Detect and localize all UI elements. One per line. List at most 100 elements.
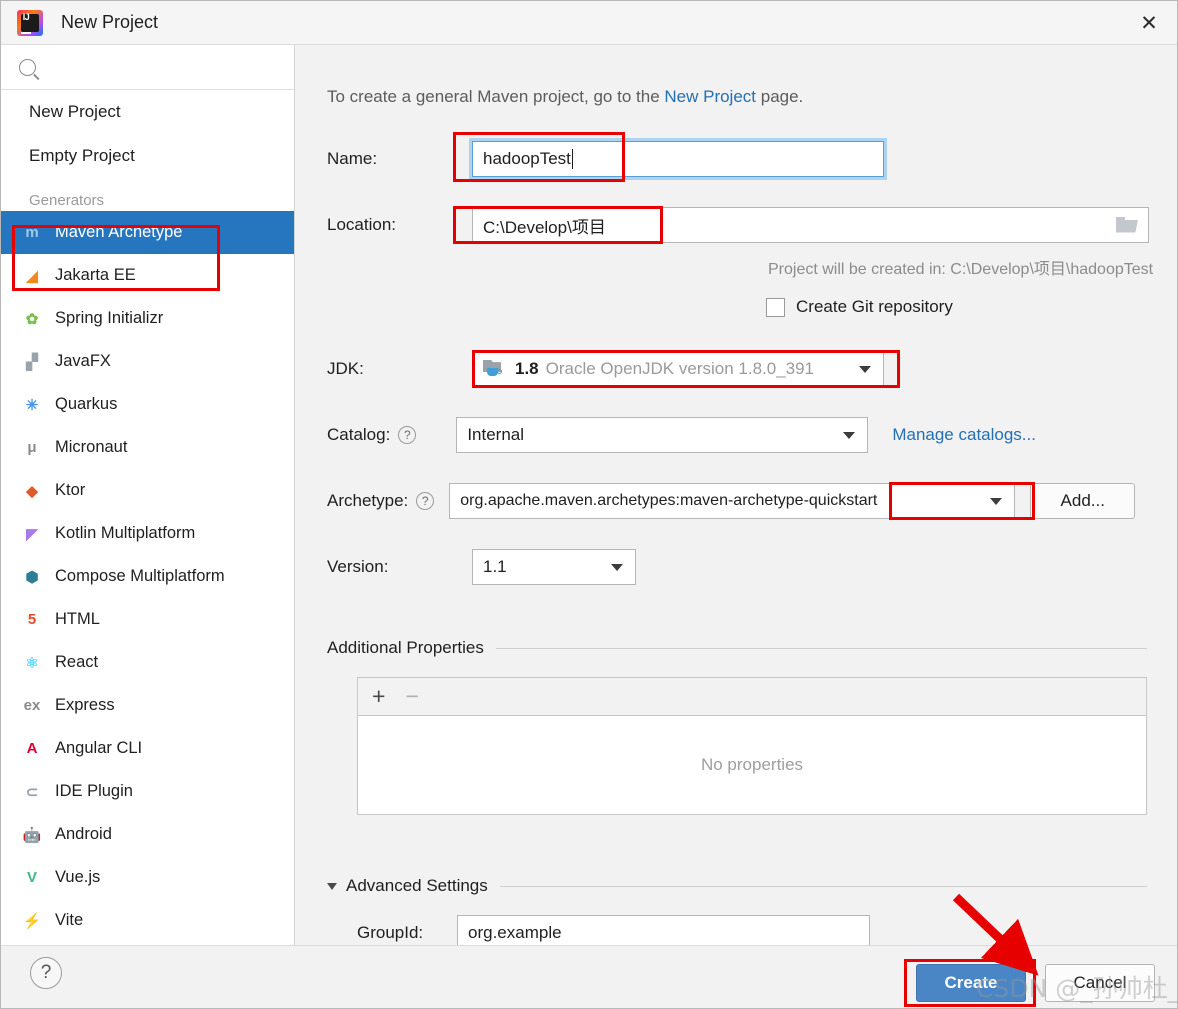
no-properties-text: No properties (700, 755, 804, 774)
version-label: Version: (327, 557, 389, 576)
name-label: Name: (327, 149, 378, 168)
compose-icon: ⬢ (25, 568, 39, 586)
minus-icon[interactable]: − (405, 685, 418, 708)
sidebar-item-label: Compose Multiplatform (55, 567, 225, 585)
create-git-repository-row[interactable]: Create Git repository (766, 297, 953, 317)
sidebar-item-label: Angular CLI (55, 739, 143, 757)
location-hint: Project will be created in: C:\Develop\项… (768, 261, 1154, 278)
window-title: New Project (61, 12, 159, 32)
maven-icon: m (25, 224, 39, 241)
jdk-label: JDK: (327, 359, 364, 378)
sidebar-item-quarkus[interactable]: ✳ Quarkus (1, 383, 294, 426)
folder-browse-icon[interactable] (1116, 216, 1138, 234)
new-project-link[interactable]: New Project (664, 87, 756, 106)
sidebar-item-new-project[interactable]: New Project (1, 90, 294, 134)
catalog-select[interactable]: Internal (456, 417, 869, 453)
catalog-row: Catalog: ? Internal Manage catalogs... (327, 417, 1036, 453)
group-id-label: GroupId: (357, 923, 424, 942)
divider (495, 647, 1147, 649)
intellij-idea-logo-icon: IJ (17, 9, 43, 36)
new-project-dialog: IJ New Project ✕ New Project Empty Proje… (0, 0, 1178, 1009)
divider (499, 885, 1147, 887)
sidebar-item-angular-cli[interactable]: A Angular CLI (1, 727, 294, 770)
sidebar-item-javafx[interactable]: ▞ JavaFX (1, 340, 294, 383)
react-icon: ⚛ (25, 654, 39, 672)
search-input[interactable] (46, 57, 246, 77)
sidebar-item-label: HTML (55, 610, 100, 628)
sidebar-item-ide-plugin[interactable]: ⊂ IDE Plugin (1, 770, 294, 813)
jdk-select[interactable]: 1.8 Oracle OpenJDK version 1.8.0_391 (472, 351, 884, 387)
sidebar-item-label: Vite (55, 911, 84, 929)
vuejs-icon: V (26, 869, 37, 886)
intro-text: To create a general Maven project, go to… (327, 87, 803, 107)
sidebar-item-express[interactable]: ex Express (1, 684, 294, 727)
chevron-down-icon (859, 365, 871, 373)
plus-icon[interactable]: + (372, 685, 385, 708)
sidebar-item-label: Kotlin Multiplatform (55, 524, 196, 542)
chevron-down-icon (611, 563, 623, 571)
vite-icon: ⚡ (22, 912, 42, 930)
micronaut-icon: μ (27, 439, 37, 456)
main-panel: To create a general Maven project, go to… (296, 45, 1177, 951)
sidebar-item-maven-archetype[interactable]: m Maven Archetype (1, 211, 294, 254)
sidebar-item-label: Vue.js (55, 868, 101, 886)
sidebar-item-label: Spring Initializr (55, 309, 164, 327)
location-label: Location: (327, 215, 396, 234)
archetype-value: org.apache.maven.archetypes:maven-archet… (460, 492, 878, 509)
create-button[interactable]: Create (916, 964, 1026, 1002)
sidebar-item-spring-initializr[interactable]: ✿ Spring Initializr (1, 297, 294, 340)
sidebar-item-label: React (55, 653, 99, 671)
version-value: 1.1 (483, 557, 507, 576)
title-bar: IJ New Project ✕ (1, 1, 1177, 45)
close-icon[interactable]: ✕ (1119, 1, 1177, 45)
sidebar-item-ktor[interactable]: ◆ Ktor (1, 469, 294, 512)
sidebar-item-label: Jakarta EE (55, 266, 136, 284)
advanced-settings-header[interactable]: Advanced Settings (327, 876, 1147, 896)
location-input[interactable]: C:\Develop\项目 (472, 207, 1149, 243)
location-value: C:\Develop\项目 (483, 217, 606, 237)
chevron-down-icon (327, 882, 337, 890)
create-git-repository-checkbox[interactable] (766, 297, 785, 317)
express-icon: ex (23, 697, 41, 714)
archetype-help-icon[interactable]: ? (416, 492, 435, 510)
create-git-repository-label: Create Git repository (796, 297, 953, 316)
catalog-label: Catalog: (327, 425, 391, 444)
archetype-label: Archetype: (327, 491, 409, 510)
sidebar-item-label: Micronaut (55, 438, 128, 456)
sidebar-item-kotlin-multiplatform[interactable]: ◤ Kotlin Multiplatform (1, 512, 294, 555)
version-select[interactable]: 1.1 (472, 549, 636, 585)
quarkus-icon: ✳ (25, 396, 39, 414)
ide-plugin-icon: ⊂ (25, 783, 39, 801)
archetype-row: Archetype: ? org.apache.maven.archetypes… (327, 483, 1136, 519)
intro-prefix: To create a general Maven project, go to… (327, 87, 665, 106)
archetype-select[interactable]: org.apache.maven.archetypes:maven-archet… (449, 483, 1016, 519)
sidebar-item-label: New Project (29, 102, 121, 121)
sidebar-item-html[interactable]: 5 HTML (1, 598, 294, 641)
sidebar-item-label: Maven Archetype (55, 223, 183, 241)
sidebar-item-empty-project[interactable]: Empty Project (1, 134, 294, 178)
sidebar-item-label: Express (55, 696, 115, 714)
sidebar-item-label: Ktor (55, 481, 86, 499)
sidebar-item-vue-js[interactable]: V Vue.js (1, 856, 294, 899)
sidebar-item-label: JavaFX (55, 352, 111, 370)
version-row: Version: 1.1 (327, 549, 636, 585)
angular-icon: A (26, 740, 38, 757)
manage-catalogs-link[interactable]: Manage catalogs... (892, 425, 1036, 445)
group-id-value: org.example (468, 923, 562, 942)
jdk-description: Oracle OpenJDK version 1.8.0_391 (545, 359, 815, 378)
javafx-icon: ▞ (26, 353, 38, 371)
sidebar-item-micronaut[interactable]: μ Micronaut (1, 426, 294, 469)
add-archetype-button[interactable]: Add... (1030, 483, 1136, 519)
sidebar-item-jakarta-ee[interactable]: ◢ Jakarta EE (1, 254, 294, 297)
help-icon[interactable]: ? (30, 957, 62, 989)
name-input[interactable]: hadoopTest (472, 141, 884, 177)
sidebar-item-compose-multiplatform[interactable]: ⬢ Compose Multiplatform (1, 555, 294, 598)
sidebar-item-vite[interactable]: ⚡ Vite (1, 899, 294, 942)
additional-properties-header: Additional Properties (327, 638, 1147, 658)
sidebar-item-react[interactable]: ⚛ React (1, 641, 294, 684)
kotlin-icon: ◤ (26, 525, 38, 543)
catalog-help-icon[interactable]: ? (398, 426, 417, 444)
sidebar-item-android[interactable]: 🤖 Android (1, 813, 294, 856)
search-row (1, 45, 294, 90)
cancel-button[interactable]: Cancel (1045, 964, 1155, 1002)
